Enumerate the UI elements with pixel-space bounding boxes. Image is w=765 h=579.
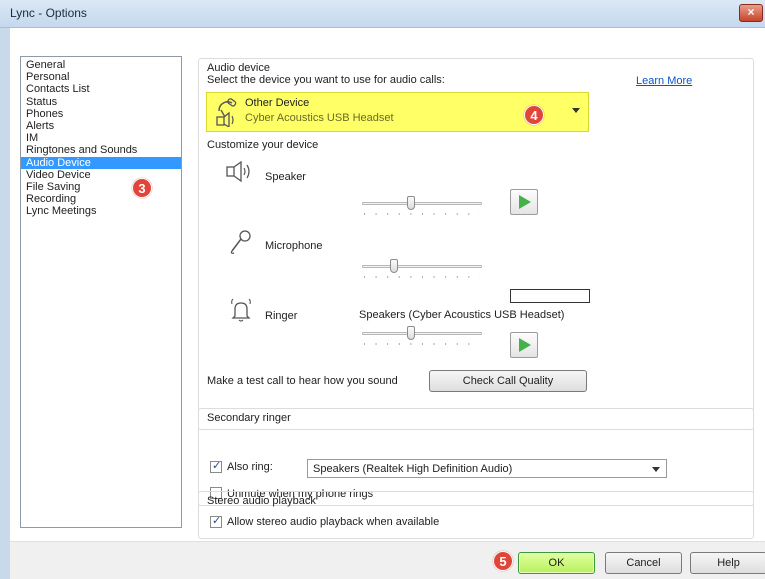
slider-ticks	[364, 213, 480, 215]
slider-track	[362, 265, 482, 268]
close-icon: ×	[747, 5, 755, 19]
play-icon	[519, 195, 531, 209]
speaker-label: Speaker	[265, 171, 306, 183]
speaker-volume-slider[interactable]	[362, 195, 482, 215]
slider-track	[362, 332, 482, 335]
also-ring-label: Also ring:	[227, 461, 273, 473]
step-badge-4: 4	[524, 105, 544, 125]
sidebar-item-recording[interactable]: Recording	[21, 193, 181, 205]
stereo-playback-title: Stereo audio playback	[207, 495, 316, 507]
also-ring-device-value: Speakers (Realtek High Definition Audio)	[313, 463, 513, 475]
window-title: Lync - Options	[10, 6, 87, 20]
slider-ticks	[364, 343, 480, 345]
sidebar-item-status[interactable]: Status	[21, 96, 181, 108]
sidebar-item-lync-meetings[interactable]: Lync Meetings	[21, 205, 181, 217]
microphone-icon	[228, 229, 254, 258]
step-badge-5: 5	[493, 551, 513, 571]
slider-thumb[interactable]	[407, 196, 415, 210]
check-call-quality-button[interactable]: Check Call Quality	[429, 370, 587, 392]
sidebar-item-personal[interactable]: Personal	[21, 71, 181, 83]
sidebar-item-phones[interactable]: Phones	[21, 108, 181, 120]
also-ring-device-dropdown[interactable]: Speakers (Realtek High Definition Audio)	[307, 459, 667, 478]
sidebar-item-audio-device[interactable]: Audio Device	[21, 156, 181, 169]
stereo-playback-group: Stereo audio playback	[198, 491, 754, 539]
device-name-label: Cyber Acoustics USB Headset	[245, 112, 394, 124]
audio-device-section-title: Audio device	[207, 62, 270, 74]
speaker-icon	[225, 160, 255, 186]
microphone-volume-slider[interactable]	[362, 258, 482, 278]
sidebar-item-file-saving[interactable]: File Saving	[21, 181, 181, 193]
sidebar-item-contacts-list[interactable]: Contacts List	[21, 83, 181, 95]
secondary-ringer-title: Secondary ringer	[207, 412, 291, 424]
step-badge-3: 3	[132, 178, 152, 198]
help-button[interactable]: Help	[690, 552, 765, 574]
checkmark-icon: ✓	[212, 515, 222, 527]
chevron-down-icon	[652, 467, 660, 472]
ringer-play-button[interactable]	[510, 332, 538, 358]
sidebar-item-im[interactable]: IM	[21, 132, 181, 144]
window-body: General Personal Contacts List Status Ph…	[0, 28, 765, 579]
slider-ticks	[364, 276, 480, 278]
slider-track	[362, 202, 482, 205]
title-bar: Lync - Options ×	[0, 0, 765, 28]
learn-more-link[interactable]: Learn More	[636, 75, 692, 87]
ringer-device-label: Speakers (Cyber Acoustics USB Headset)	[359, 309, 565, 321]
options-category-list: General Personal Contacts List Status Ph…	[20, 56, 182, 528]
sidebar-item-ringtones-and-sounds[interactable]: Ringtones and Sounds	[21, 144, 181, 156]
headset-icon	[215, 97, 241, 130]
stereo-playback-label: Allow stereo audio playback when availab…	[227, 516, 440, 528]
sidebar-item-general[interactable]: General	[21, 59, 181, 71]
microphone-level-meter	[510, 289, 590, 303]
cancel-button[interactable]: Cancel	[605, 552, 682, 574]
device-type-label: Other Device	[245, 97, 310, 109]
test-call-text: Make a test call to hear how you sound	[207, 375, 398, 387]
bell-icon	[227, 298, 255, 327]
customize-device-title: Customize your device	[207, 139, 319, 151]
ringer-label: Ringer	[265, 310, 298, 322]
checkmark-icon: ✓	[212, 460, 222, 472]
stereo-playback-checkbox[interactable]: ✓	[210, 515, 222, 528]
close-button[interactable]: ×	[739, 4, 763, 22]
also-ring-checkbox[interactable]: ✓	[210, 460, 222, 473]
sidebar-item-video-device[interactable]: Video Device	[21, 169, 181, 181]
window-frame	[0, 28, 10, 579]
ok-button[interactable]: OK	[518, 552, 595, 574]
chevron-down-icon	[572, 108, 580, 113]
speaker-play-button[interactable]	[510, 189, 538, 215]
microphone-label: Microphone	[265, 240, 323, 252]
play-icon	[519, 338, 531, 352]
audio-device-prompt: Select the device you want to use for au…	[207, 74, 445, 86]
slider-thumb[interactable]	[390, 259, 398, 273]
slider-thumb[interactable]	[407, 326, 415, 340]
sidebar-item-alerts[interactable]: Alerts	[21, 120, 181, 132]
ringer-volume-slider[interactable]	[362, 325, 482, 345]
